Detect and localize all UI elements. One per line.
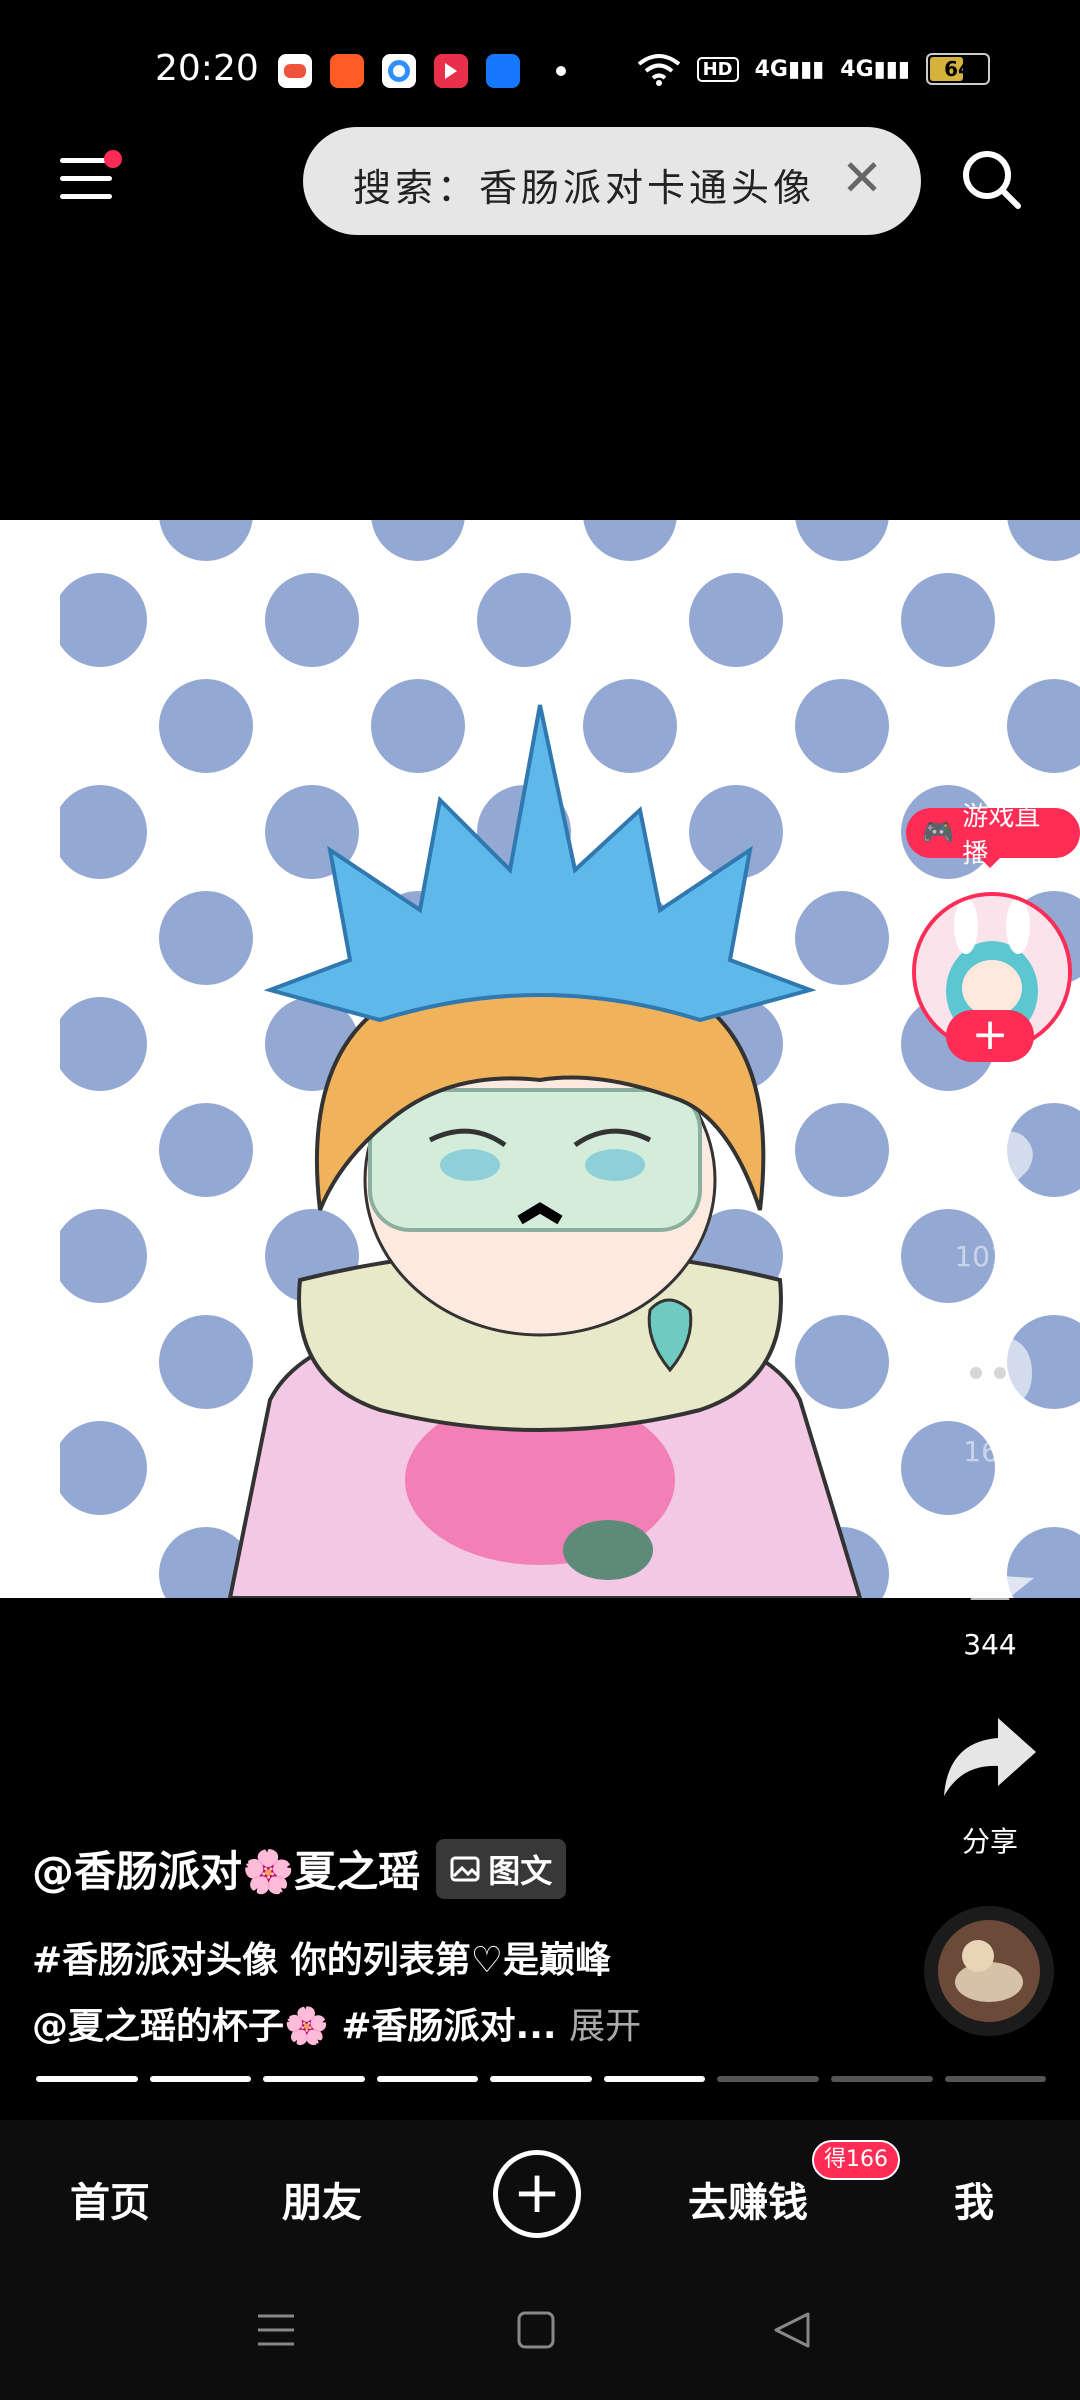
description-line-1: #香肠派对头像 你的列表第♡是巅峰 bbox=[32, 1940, 611, 1981]
kuaishou-app-icon bbox=[330, 54, 364, 88]
progress-segment bbox=[603, 2076, 706, 2082]
share-label: 分享 bbox=[961, 1825, 1018, 1858]
game-live-badge[interactable]: 🎮 游戏直播 bbox=[906, 802, 1080, 869]
comment-icon bbox=[948, 1335, 1032, 1417]
system-nav-bar bbox=[0, 2270, 1080, 2400]
image-icon bbox=[450, 1856, 480, 1881]
notification-dot bbox=[104, 150, 122, 168]
share-button[interactable] bbox=[940, 1712, 1040, 1806]
menu-button[interactable] bbox=[60, 150, 122, 202]
description-line-2-text: @夏之瑶的杯子🌸 #香肠派对... bbox=[32, 2006, 557, 2047]
post-type-badge: 图文 bbox=[436, 1838, 567, 1899]
progress-segment bbox=[830, 2076, 933, 2082]
follow-button[interactable]: + bbox=[946, 1010, 1034, 1062]
create-button[interactable]: + bbox=[493, 2150, 581, 2238]
cartoon-avatar-illustration bbox=[0, 520, 1080, 1598]
comment-count: 160 bbox=[963, 1435, 1017, 1468]
post-image[interactable] bbox=[0, 520, 1080, 1598]
battery-level: 64 bbox=[944, 57, 972, 81]
progress-segment bbox=[717, 2076, 819, 2082]
alipay-app-icon bbox=[486, 54, 520, 88]
description-line-2: @夏之瑶的杯子🌸 #香肠派对... 展开 bbox=[32, 1994, 892, 2060]
menu-icon-line bbox=[60, 176, 112, 181]
search-query[interactable]: 搜索：香肠派对卡通头像 bbox=[353, 157, 815, 212]
system-indicators: HD 4G▮▮▮ 4G▮▮▮ 64 bbox=[637, 52, 990, 86]
battery-icon: 64 bbox=[926, 53, 990, 85]
author-handle[interactable]: @香肠派对🌸夏之瑶 bbox=[32, 1838, 420, 1899]
network-type-1: 4G bbox=[754, 56, 788, 82]
tab-home[interactable]: 首页 bbox=[70, 2170, 150, 2228]
gamepad-icon: 🎮 bbox=[922, 818, 955, 848]
progress-segment bbox=[263, 2076, 365, 2082]
status-time: 20:20 bbox=[155, 48, 259, 89]
signal-icon-2: 4G▮▮▮ bbox=[840, 56, 910, 82]
tab-friends[interactable]: 朋友 bbox=[282, 2170, 362, 2228]
signal-icon-1: 4G▮▮▮ bbox=[754, 56, 825, 82]
network-type-2: 4G bbox=[840, 56, 874, 82]
like-count: 1012 bbox=[954, 1240, 1026, 1273]
wifi-icon bbox=[637, 54, 680, 86]
post-type-label: 图文 bbox=[488, 1851, 553, 1890]
music-cover-image bbox=[938, 1920, 1040, 2022]
more-notifications-dot bbox=[556, 66, 566, 76]
favorite-count: 344 bbox=[963, 1628, 1017, 1661]
like-button[interactable] bbox=[940, 1120, 1040, 1224]
earn-badge: 得166 bbox=[812, 2140, 900, 2180]
notification-icons bbox=[278, 54, 566, 88]
tab-earn[interactable]: 去赚钱 bbox=[688, 2170, 808, 2228]
comment-button[interactable] bbox=[940, 1325, 1040, 1429]
progress-segment bbox=[149, 2076, 252, 2082]
back-nav-icon[interactable] bbox=[772, 2310, 812, 2350]
progress-segment bbox=[490, 2076, 592, 2082]
expand-link[interactable]: 展开 bbox=[569, 2006, 641, 2047]
clear-search-icon[interactable]: ✕ bbox=[841, 149, 883, 207]
progress-segment bbox=[36, 2076, 138, 2082]
game-app-icon bbox=[278, 54, 312, 88]
star-icon bbox=[946, 1546, 1034, 1600]
search-icon bbox=[963, 151, 1021, 209]
bottom-nav: 首页 朋友 + 去赚钱 得166 我 bbox=[0, 2120, 1080, 2270]
search-button[interactable] bbox=[960, 148, 1022, 210]
live-badge-label: 游戏直播 bbox=[962, 802, 1041, 869]
music-disc[interactable] bbox=[924, 1906, 1054, 2036]
browser-app-icon bbox=[382, 54, 416, 88]
progress-segment bbox=[944, 2076, 1047, 2082]
status-bar: 20:20 HD 4G▮▮▮ 4G▮▮▮ 64 bbox=[0, 0, 1080, 140]
author-name[interactable]: @香肠派对🌸夏之瑶 图文 bbox=[32, 1838, 567, 1899]
progress-segment bbox=[376, 2076, 479, 2082]
search-bar[interactable]: 搜索：香肠派对卡通头像 ✕ bbox=[303, 127, 921, 235]
hd-voice-icon: HD bbox=[696, 56, 739, 82]
heart-icon bbox=[947, 1131, 1033, 1208]
favorite-button[interactable] bbox=[940, 1540, 1040, 1600]
tab-me[interactable]: 我 bbox=[954, 2170, 994, 2228]
home-nav-icon[interactable] bbox=[516, 2310, 556, 2350]
video-app-icon bbox=[434, 54, 468, 88]
image-progress-indicator bbox=[36, 2076, 1047, 2082]
share-arrow-icon bbox=[944, 1718, 1036, 1796]
menu-icon-line bbox=[60, 194, 112, 199]
post-description[interactable]: #香肠派对头像 你的列表第♡是巅峰 @夏之瑶的杯子🌸 #香肠派对... 展开 bbox=[32, 1928, 892, 2060]
recent-apps-icon[interactable] bbox=[256, 2310, 296, 2350]
